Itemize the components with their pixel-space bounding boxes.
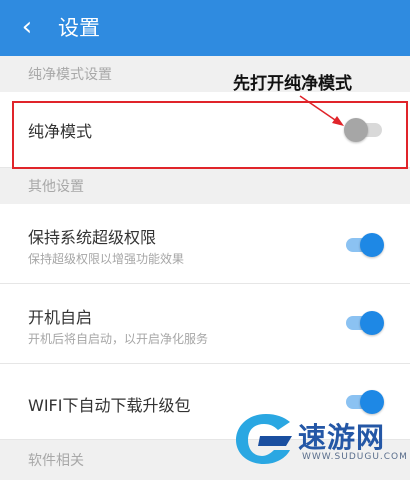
setting-row-auto-start[interactable]: 开机自启 开机后将自启动，以开启净化服务 (0, 284, 410, 364)
highlight-box (12, 101, 408, 169)
watermark: 速游网 WWW.SUDUGU.COM (230, 408, 407, 472)
app-bar: ‹ 设置 (0, 0, 410, 56)
section-label: 软件相关 (28, 453, 84, 469)
auto-start-toggle[interactable] (344, 310, 384, 336)
toggle-knob (360, 311, 384, 335)
setting-title: 保持系统超级权限 (28, 228, 157, 247)
setting-subtitle: 保持超级权限以增强功能效果 (28, 252, 185, 266)
toggle-knob (360, 233, 384, 257)
watermark-logo-icon (236, 414, 292, 464)
chevron-left-icon: ‹ (21, 12, 33, 42)
watermark-text: 速游网 (298, 421, 386, 454)
annotation-text: 先打开纯净模式 (233, 74, 352, 94)
page-title: 设置 (58, 16, 100, 40)
setting-title: WIFI下自动下载升级包 (28, 396, 191, 415)
root-keep-toggle[interactable] (344, 232, 384, 258)
setting-subtitle: 开机后将自启动，以开启净化服务 (28, 332, 209, 346)
setting-title: 开机自启 (28, 308, 93, 327)
section-label: 其他设置 (28, 179, 84, 195)
back-button[interactable]: ‹ (10, 11, 44, 45)
section-header-other: 其他设置 (0, 168, 410, 204)
setting-row-root-keep[interactable]: 保持系统超级权限 保持超级权限以增强功能效果 (0, 204, 410, 284)
watermark-url: WWW.SUDUGU.COM (302, 452, 408, 462)
section-label: 纯净模式设置 (28, 67, 112, 83)
